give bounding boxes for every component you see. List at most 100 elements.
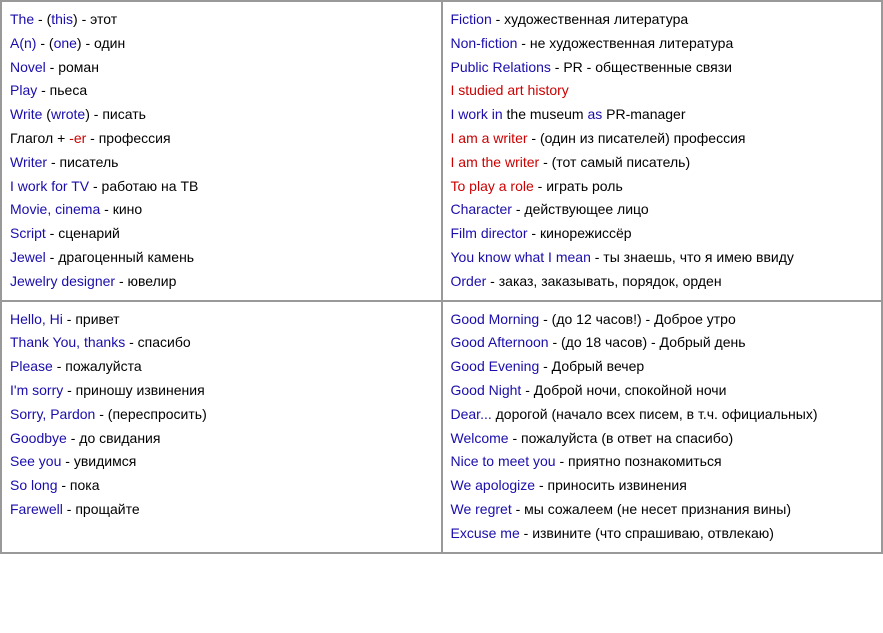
text-content: - спасибо (125, 334, 190, 350)
blue-term: The (10, 11, 34, 27)
text-content: - пьеса (37, 82, 87, 98)
line: Good Morning - (до 12 часов!) - Доброе у… (451, 308, 874, 332)
line: Thank You, thanks - спасибо (10, 331, 433, 355)
blue-term: I work in (451, 106, 503, 122)
line: I am the writer - (тот самый писатель) (451, 151, 874, 175)
blue-term: Good Afternoon (451, 334, 549, 350)
top-right-cell: Fiction - художественная литератураNon-f… (442, 1, 883, 301)
blue-term: Dear... (451, 406, 492, 422)
line: Film director - кинорежиссёр (451, 222, 874, 246)
blue-term: as (587, 106, 602, 122)
line: Good Evening - Добрый вечер (451, 355, 874, 379)
text-content: - ( (34, 11, 51, 27)
line: Good Afternoon - (до 18 часов) - Добрый … (451, 331, 874, 355)
blue-term: Farewell (10, 501, 63, 517)
text-content: - пожалуйста (в ответ на спасибо) (509, 430, 734, 446)
blue-term: this (51, 11, 73, 27)
text-content: ) - один (77, 35, 125, 51)
line: Movie, cinema - кино (10, 198, 433, 222)
blue-term: A(n) (10, 35, 36, 51)
text-content: - ювелир (115, 273, 176, 289)
top-left-cell: The - (this) - этотA(n) - (one) - одинNo… (1, 1, 442, 301)
line: Fiction - художественная литература (451, 8, 874, 32)
text-content: - приношу извинения (63, 382, 204, 398)
red-term: I studied art history (451, 82, 569, 98)
line: Novel - роман (10, 56, 433, 80)
blue-term: Write (10, 106, 42, 122)
line: I studied art history (451, 79, 874, 103)
blue-term: We apologize (451, 477, 536, 493)
line: I work for TV - работаю на ТВ (10, 175, 433, 199)
line: We apologize - приносить извинения (451, 474, 874, 498)
line: To play a role - играть роль (451, 175, 874, 199)
text-content: - писатель (47, 154, 118, 170)
text-content: - до свидания (67, 430, 161, 446)
text-content: - пожалуйста (53, 358, 142, 374)
line: Character - действующее лицо (451, 198, 874, 222)
red-term: I am the writer (451, 154, 540, 170)
text-content: PR-manager (602, 106, 685, 122)
blue-term: Jewel (10, 249, 46, 265)
line: A(n) - (one) - один (10, 32, 433, 56)
text-content: дорогой (начало всех писем, в т.ч. офици… (492, 406, 818, 422)
blue-term: Good Morning (451, 311, 540, 327)
blue-term: Goodbye (10, 430, 67, 446)
text-content: - извините (что спрашиваю, отвлекаю) (520, 525, 774, 541)
line: We regret - мы сожалеем (не несет призна… (451, 498, 874, 522)
blue-term: Character (451, 201, 512, 217)
line: Dear... дорогой (начало всех писем, в т.… (451, 403, 874, 427)
text-content: ) - писать (85, 106, 146, 122)
text-content: - не художественная литература (517, 35, 733, 51)
blue-term: Movie, cinema (10, 201, 100, 217)
text-content: - ты знаешь, что я имею ввиду (591, 249, 794, 265)
blue-term: Welcome (451, 430, 509, 446)
blue-term: See you (10, 453, 61, 469)
text-content: - действующее лицо (512, 201, 649, 217)
line: Jewel - драгоценный камень (10, 246, 433, 270)
line: Goodbye - до свидания (10, 427, 433, 451)
text-content: the museum (503, 106, 588, 122)
line: Глагол + -er - профессия (10, 127, 433, 151)
text-content: Глагол + (10, 130, 69, 146)
text-content: - работаю на ТВ (89, 178, 198, 194)
line: Jewelry designer - ювелир (10, 270, 433, 294)
blue-term: I work for TV (10, 178, 89, 194)
text-content: - привет (63, 311, 120, 327)
line: So long - пока (10, 474, 433, 498)
bottom-right-cell: Good Morning - (до 12 часов!) - Доброе у… (442, 301, 883, 553)
line: Non-fiction - не художественная литерату… (451, 32, 874, 56)
blue-term: one (54, 35, 77, 51)
line: Nice to meet you - приятно познакомиться (451, 450, 874, 474)
text-content: - сценарий (46, 225, 120, 241)
line: You know what I mean - ты знаешь, что я … (451, 246, 874, 270)
text-content: - художественная литература (492, 11, 688, 27)
line: Please - пожалуйста (10, 355, 433, 379)
main-grid: The - (this) - этотA(n) - (one) - одинNo… (0, 0, 883, 554)
blue-term: We regret (451, 501, 512, 517)
text-content: - (до 12 часов!) - Доброе утро (539, 311, 736, 327)
blue-term: Nice to meet you (451, 453, 556, 469)
text-content: - PR - общественные связи (551, 59, 732, 75)
blue-term: Jewelry designer (10, 273, 115, 289)
bottom-left-cell: Hello, Hi - приветThank You, thanks - сп… (1, 301, 442, 553)
line: The - (this) - этот (10, 8, 433, 32)
text-content: - роман (46, 59, 99, 75)
blue-term: Play (10, 82, 37, 98)
text-content: ) - этот (73, 11, 117, 27)
blue-term: Hello, Hi (10, 311, 63, 327)
text-content: - профессия (86, 130, 170, 146)
text-content: - Доброй ночи, спокойной ночи (521, 382, 726, 398)
text-content: ( (42, 106, 51, 122)
text-content: - Добрый вечер (539, 358, 644, 374)
blue-term: Excuse me (451, 525, 520, 541)
line: Public Relations - PR - общественные свя… (451, 56, 874, 80)
blue-term: Please (10, 358, 53, 374)
blue-term: I'm sorry (10, 382, 63, 398)
blue-term: Script (10, 225, 46, 241)
blue-term: Novel (10, 59, 46, 75)
blue-term: Good Evening (451, 358, 540, 374)
text-content: - (до 18 часов) - Добрый день (549, 334, 746, 350)
blue-term: You know what I mean (451, 249, 591, 265)
text-content: - увидимся (61, 453, 136, 469)
line: Hello, Hi - привет (10, 308, 433, 332)
